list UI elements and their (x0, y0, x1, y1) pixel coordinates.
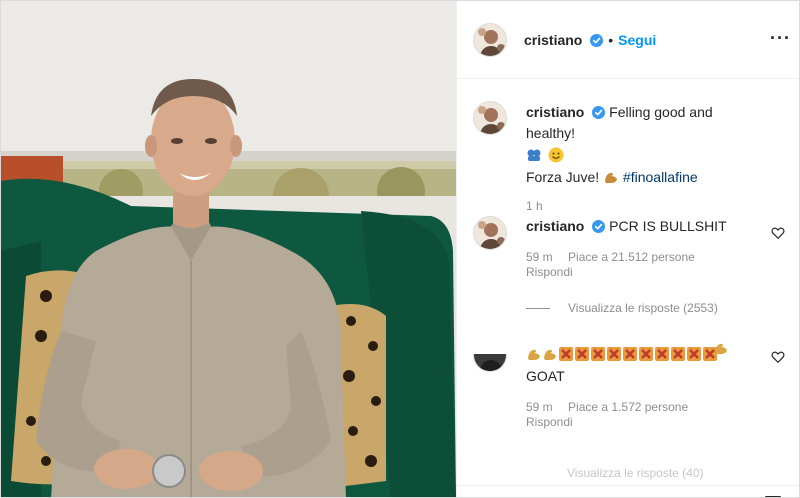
cross-mark-emoji-icon (607, 347, 621, 361)
avatar[interactable] (473, 101, 507, 135)
follow-button[interactable]: Segui (618, 32, 656, 48)
view-replies-button[interactable]: Visualizza le risposte (2553) (526, 301, 718, 315)
view-replies-label[interactable]: Visualizza le risposte (40) (567, 466, 704, 480)
view-replies-button[interactable]: Visualizza le risposte (40) (567, 466, 704, 480)
avatar[interactable] (473, 216, 507, 250)
comment: GOAT 59 m Piace a 1.572 persone Rispondi (473, 343, 785, 444)
comment-timestamp[interactable]: 59 m (526, 250, 553, 264)
instagram-post: cristiano • Segui ··· cristiano Felling … (0, 0, 800, 498)
caption-text-line2: Forza Juve! (526, 169, 600, 185)
cross-mark-emoji-icon (687, 347, 701, 361)
verified-badge-icon (592, 220, 606, 233)
post-photo[interactable] (1, 1, 456, 497)
flexed-biceps-emoji-icon (544, 349, 556, 360)
action-bar (457, 485, 799, 497)
heart-icon[interactable] (771, 350, 785, 364)
caption-timestamp[interactable]: 1 h (526, 199, 543, 213)
reply-button[interactable]: Rispondi (526, 265, 763, 279)
cross-mark-emoji-icon (655, 347, 669, 361)
flexed-biceps-emoji-icon (528, 349, 540, 360)
header-username-text[interactable]: cristiano (524, 32, 582, 48)
smiling-face-emoji-icon (548, 147, 564, 163)
caption: cristiano Felling good and healthy! Forz… (473, 101, 785, 213)
cross-mark-emoji-icon (575, 347, 589, 361)
cross-mark-emoji-icon (559, 347, 573, 361)
heart-icon[interactable] (771, 226, 785, 240)
flexed-biceps-emoji-icon (715, 343, 727, 354)
separator-dot: • (608, 31, 614, 48)
comment-username[interactable]: cristiano (526, 218, 584, 234)
verified-badge-icon (592, 106, 606, 119)
comment-meta: 59 m Piace a 21.512 persone (526, 250, 763, 264)
comment: cristiano PCR IS BULLSHIT 59 m Piace a 2… (473, 216, 785, 296)
cross-mark-emoji-icon (671, 347, 685, 361)
verified-badge-icon (590, 33, 604, 47)
avatar-image (474, 102, 506, 134)
caption-hashtag[interactable]: #finoallafine (623, 169, 698, 185)
header-username[interactable]: cristiano (524, 32, 604, 48)
comment-content: cristiano PCR IS BULLSHIT 59 m Piace a 2… (526, 216, 763, 279)
caption-content: cristiano Felling good and healthy! Forz… (526, 102, 763, 213)
comment-timestamp[interactable]: 59 m (526, 400, 553, 414)
avatar-image (474, 217, 506, 249)
comment-content: GOAT 59 m Piace a 1.572 persone Rispondi (526, 344, 763, 429)
flexed-biceps-emoji-icon (605, 172, 618, 183)
avatar[interactable] (473, 22, 507, 57)
replies-line (526, 307, 550, 309)
comment-text: GOAT (526, 368, 565, 384)
more-options-icon[interactable]: ··· (770, 29, 791, 47)
avatar-image (474, 23, 506, 56)
comment-text: PCR IS BULLSHIT (609, 218, 727, 234)
caption-meta: 1 h (526, 199, 763, 213)
cross-mark-emoji-icon (639, 347, 653, 361)
comment-meta: 59 m Piace a 1.572 persone (526, 400, 763, 414)
comment-likes[interactable]: Piace a 1.572 persone (568, 400, 688, 414)
post-side-panel: cristiano • Segui ··· cristiano Felling … (456, 1, 799, 497)
comment-likes[interactable]: Piace a 21.512 persone (568, 250, 695, 264)
post-header: cristiano • Segui ··· (457, 1, 799, 79)
view-replies-label[interactable]: Visualizza le risposte (2553) (568, 301, 718, 315)
cross-mark-emoji-icon (591, 347, 605, 361)
reply-button[interactable]: Rispondi (526, 415, 763, 429)
avatar[interactable] (473, 354, 507, 372)
cross-mark-emoji-icon (623, 347, 637, 361)
photo-illustration (1, 1, 456, 497)
flexed-biceps-emoji-icon (527, 149, 541, 161)
avatar-image (474, 354, 506, 371)
caption-username[interactable]: cristiano (526, 104, 584, 120)
